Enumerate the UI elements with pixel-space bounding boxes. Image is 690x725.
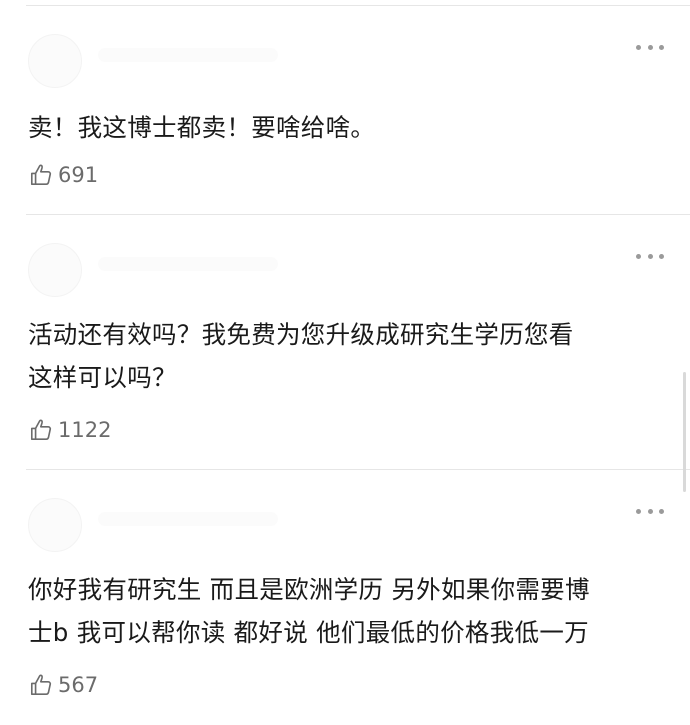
comment-text: 你好我有研究生 而且是欧洲学历 另外如果你需要博 士b 我可以帮你读 都好说 他… (28, 568, 650, 654)
thumbs-up-icon (28, 417, 54, 443)
thumbs-up-icon (28, 672, 54, 698)
comment-text-line: 士b 我可以帮你读 都好说 他们最低的价格我低一万 (28, 618, 589, 647)
like-count: 691 (58, 163, 99, 187)
comment-text: 活动还有效吗？我免费为您升级成研究生学历您看 这样可以吗？ (28, 313, 650, 399)
like-count: 567 (58, 673, 99, 697)
dot (647, 508, 653, 514)
divider (26, 214, 690, 215)
dot (647, 44, 653, 50)
username-placeholder[interactable] (98, 257, 278, 271)
more-horizontal-icon[interactable] (636, 250, 664, 262)
more-horizontal-icon[interactable] (636, 505, 664, 517)
dot (636, 253, 641, 259)
like-button[interactable]: 567 (28, 671, 98, 699)
dot (636, 44, 641, 50)
username-placeholder[interactable] (98, 512, 278, 526)
more-horizontal-icon[interactable] (636, 41, 664, 53)
like-button[interactable]: 1122 (28, 416, 111, 444)
divider (26, 469, 690, 470)
avatar[interactable] (28, 243, 82, 297)
dot (659, 253, 664, 259)
divider (26, 5, 690, 6)
comment-text-line: 卖！我这博士都卖！要啥给啥。 (28, 113, 376, 142)
comment-text: 卖！我这博士都卖！要啥给啥。 (28, 106, 650, 149)
comment-text-line: 这样可以吗？ (28, 363, 177, 392)
scrollbar[interactable] (683, 372, 686, 492)
avatar[interactable] (28, 34, 82, 88)
dot (647, 253, 653, 259)
like-button[interactable]: 691 (28, 161, 98, 189)
like-count: 1122 (58, 418, 112, 442)
dot (636, 508, 641, 514)
dot (659, 508, 664, 514)
comment-text-line: 你好我有研究生 而且是欧洲学历 另外如果你需要博 (28, 575, 590, 604)
dot (659, 44, 664, 50)
username-placeholder[interactable] (98, 48, 278, 62)
comment-text-line: 活动还有效吗？我免费为您升级成研究生学历您看 (28, 320, 574, 349)
thumbs-up-icon (28, 162, 54, 188)
avatar[interactable] (28, 498, 82, 552)
